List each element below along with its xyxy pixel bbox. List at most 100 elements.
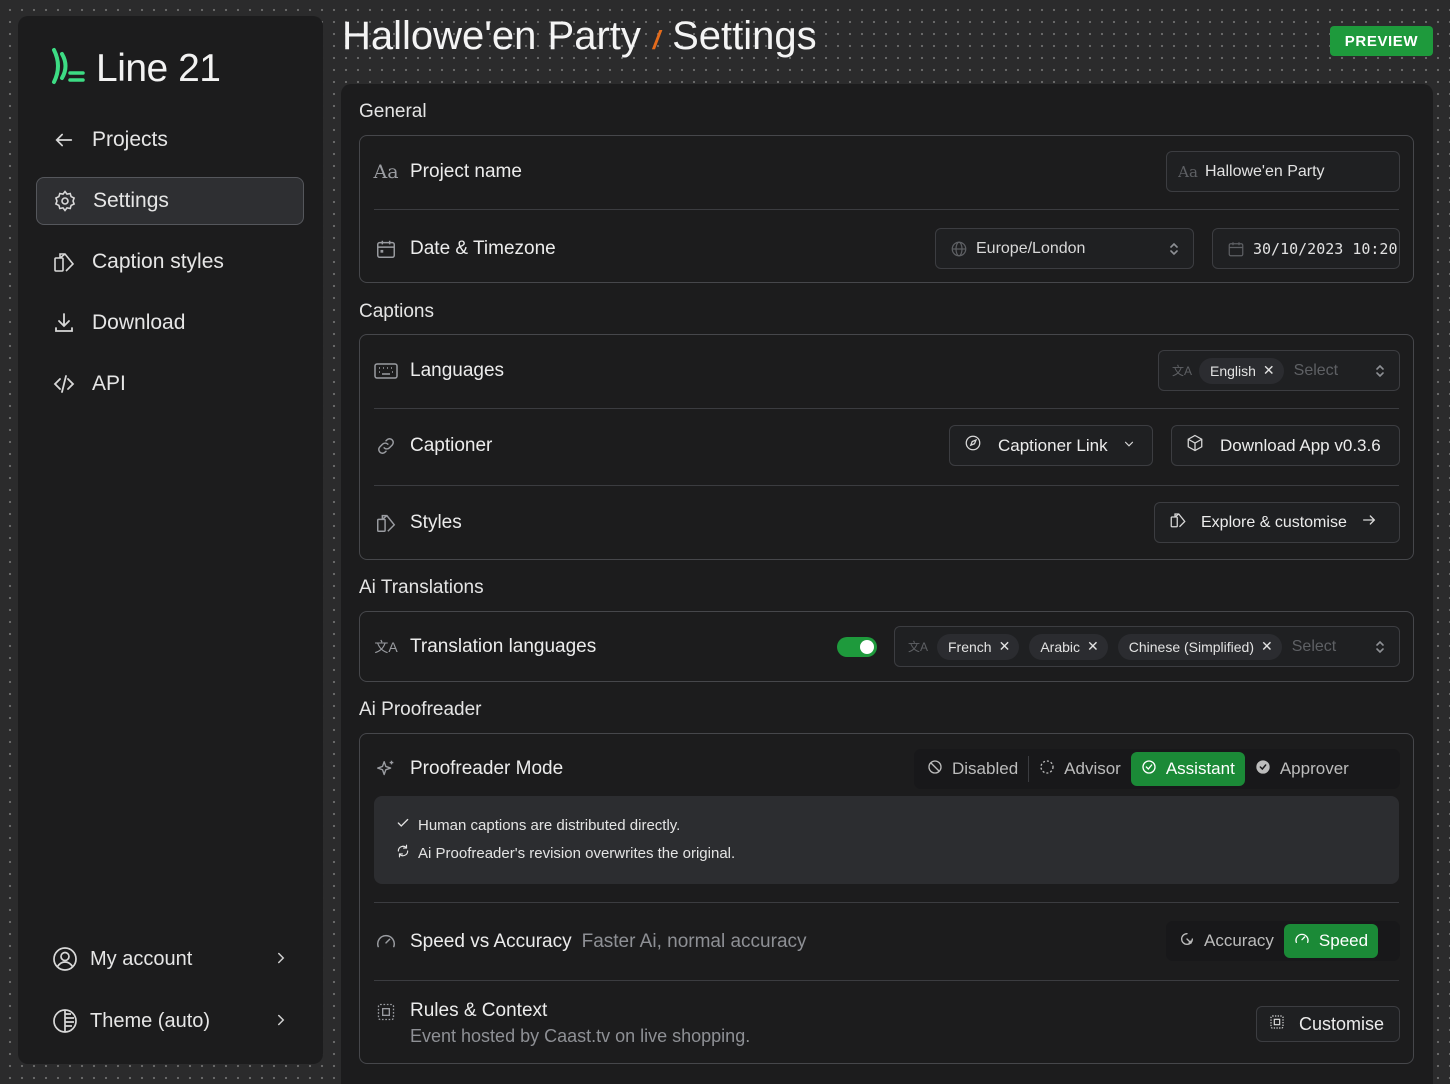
option-label: Speed [1318, 931, 1369, 950]
chip-label: Chinese (Simplified) [1128, 638, 1255, 655]
styles-text: Styles [410, 511, 462, 533]
sidebar-item-caption-styles[interactable]: Caption styles [36, 238, 304, 286]
line21-logo-icon [50, 46, 86, 91]
mode-note-text: Ai Proofreader's revision overwrites the… [418, 844, 736, 862]
translation-languages-label: 文A Translation languages [374, 635, 596, 659]
section-title-general: General [359, 101, 427, 122]
sparkles-icon [374, 757, 398, 781]
language-chip[interactable]: Arabic ✕ [1029, 633, 1108, 660]
explore-customise-button[interactable]: Explore & customise [1154, 502, 1400, 543]
languages-select[interactable]: 文A English ✕ Select [1158, 350, 1400, 391]
translate-icon: 文A [374, 638, 398, 655]
keyboard-icon [374, 359, 398, 383]
explore-customise-label: Explore & customise [1201, 513, 1347, 531]
styles-label: Styles [374, 511, 462, 535]
close-icon[interactable]: ✕ [999, 638, 1011, 655]
proofreader-mode-text: Proofreader Mode [410, 757, 564, 779]
date-timezone-text: Date & Timezone [410, 237, 556, 259]
mode-option-disabled[interactable]: Disabled [917, 752, 1028, 786]
captioner-label: Captioner [374, 434, 492, 458]
sidebar-item-label: Download [92, 311, 186, 334]
settings-panel: General Aa Project name Aa Hallowe'en Pa… [341, 84, 1433, 1084]
mode-option-label: Approver [1279, 759, 1349, 778]
chip-label: English [1210, 362, 1256, 379]
project-name-input[interactable]: Aa Hallowe'en Party [1166, 151, 1400, 192]
language-chip[interactable]: English ✕ [1199, 357, 1284, 384]
mode-option-label: Advisor [1064, 759, 1121, 778]
sidebar-item-settings[interactable]: Settings [36, 177, 304, 225]
rules-context-label: Rules & Context Event hosted by Caast.tv… [374, 1000, 750, 1047]
language-chip[interactable]: Chinese (Simplified) ✕ [1117, 633, 1282, 660]
ban-icon [927, 759, 943, 780]
package-icon [1186, 434, 1210, 457]
gear-icon [53, 189, 77, 213]
datetime-input[interactable]: 30/10/2023 10:20 [1212, 228, 1400, 269]
check-circle-filled-icon [1255, 759, 1271, 780]
page-title: Hallowe'en Party / Settings [342, 14, 817, 59]
download-app-label: Download App v0.3.6 [1220, 435, 1381, 455]
mode-option-approver[interactable]: Approver [1245, 752, 1359, 786]
breadcrumb-project[interactable]: Hallowe'en Party [342, 14, 641, 59]
mode-option-label: Disabled [952, 759, 1019, 778]
chevron-down-icon [1122, 436, 1136, 456]
translation-placeholder: Select [1291, 637, 1337, 655]
rules-context-row: Rules & Context Event hosted by Caast.tv… [374, 1000, 1399, 1050]
speed-accuracy-selector: Accuracy Speed [1166, 921, 1400, 961]
general-card: Aa Project name Aa Hallowe'en Party Date… [359, 135, 1414, 283]
user-icon [52, 946, 78, 972]
mode-option-assistant[interactable]: Assistant [1130, 752, 1245, 786]
close-icon[interactable]: ✕ [1261, 638, 1273, 655]
sidebar-nav: Projects Settings Caption styles Downloa… [36, 116, 304, 421]
language-chip[interactable]: French ✕ [937, 633, 1020, 660]
timezone-select[interactable]: Europe/London [935, 228, 1194, 269]
section-title-ai-translations: Ai Translations [359, 577, 484, 598]
compass-icon [964, 434, 988, 457]
customise-button[interactable]: Customise [1256, 1006, 1400, 1042]
link-icon [374, 434, 398, 458]
text-aa-icon: Aa [1178, 162, 1198, 181]
my-account-button[interactable]: My account [36, 935, 304, 983]
app-name: Line 21 [96, 46, 221, 90]
option-speed[interactable]: Speed [1283, 924, 1379, 958]
sidebar-item-api[interactable]: API [36, 360, 304, 408]
chevron-updown-icon [1373, 639, 1387, 655]
translation-toggle[interactable] [837, 637, 877, 657]
translate-icon: 文A [907, 640, 928, 654]
ai-proofreader-card: Proofreader Mode Disabled Advisor Assist… [359, 733, 1414, 1064]
mode-option-label: Assistant [1165, 759, 1235, 778]
chevron-right-icon [272, 949, 290, 973]
breadcrumb-separator: / [652, 25, 661, 55]
calendar-icon [1223, 240, 1249, 258]
close-icon[interactable]: ✕ [1087, 638, 1099, 655]
option-accuracy[interactable]: Accuracy [1169, 924, 1284, 958]
proofreader-mode-label: Proofreader Mode [374, 757, 563, 781]
captioner-link-label: Captioner Link [998, 435, 1108, 455]
rules-context-description: Event hosted by Caast.tv on live shoppin… [410, 1026, 751, 1046]
speed-accuracy-text: Speed vs Accuracy [410, 930, 572, 952]
customise-label: Customise [1299, 1013, 1385, 1034]
toggle-knob [860, 640, 874, 654]
project-name-text: Project name [410, 160, 522, 182]
preview-badge[interactable]: PREVIEW [1330, 26, 1433, 56]
gauge-icon [374, 930, 398, 954]
check-icon [396, 816, 410, 834]
divider [374, 485, 1399, 486]
code-icon [52, 372, 76, 396]
speed-accuracy-label: Speed vs Accuracy Faster Ai, normal accu… [374, 930, 807, 954]
captioner-link-button[interactable]: Captioner Link [949, 425, 1153, 466]
mode-option-advisor[interactable]: Advisor [1029, 752, 1131, 786]
languages-placeholder: Select [1293, 361, 1339, 379]
close-icon[interactable]: ✕ [1263, 362, 1275, 379]
sidebar-item-projects[interactable]: Projects [36, 116, 304, 164]
translation-languages-text: Translation languages [410, 635, 597, 657]
text-aa-icon: Aa [373, 160, 399, 183]
sidebar-item-download[interactable]: Download [36, 299, 304, 347]
theme-button[interactable]: Theme (auto) [36, 997, 304, 1045]
date-timezone-label: Date & Timezone [374, 237, 556, 261]
app-logo[interactable]: Line 21 [50, 46, 221, 91]
proofreader-mode-selector: Disabled Advisor Assistant Approver [914, 749, 1400, 789]
arrow-right-icon [1361, 512, 1377, 533]
translation-languages-select[interactable]: 文A French ✕ Arabic ✕ Chinese (Simplified… [894, 626, 1400, 667]
rules-context-text: Rules & Context [410, 1000, 548, 1021]
download-app-button[interactable]: Download App v0.3.6 [1171, 425, 1400, 466]
